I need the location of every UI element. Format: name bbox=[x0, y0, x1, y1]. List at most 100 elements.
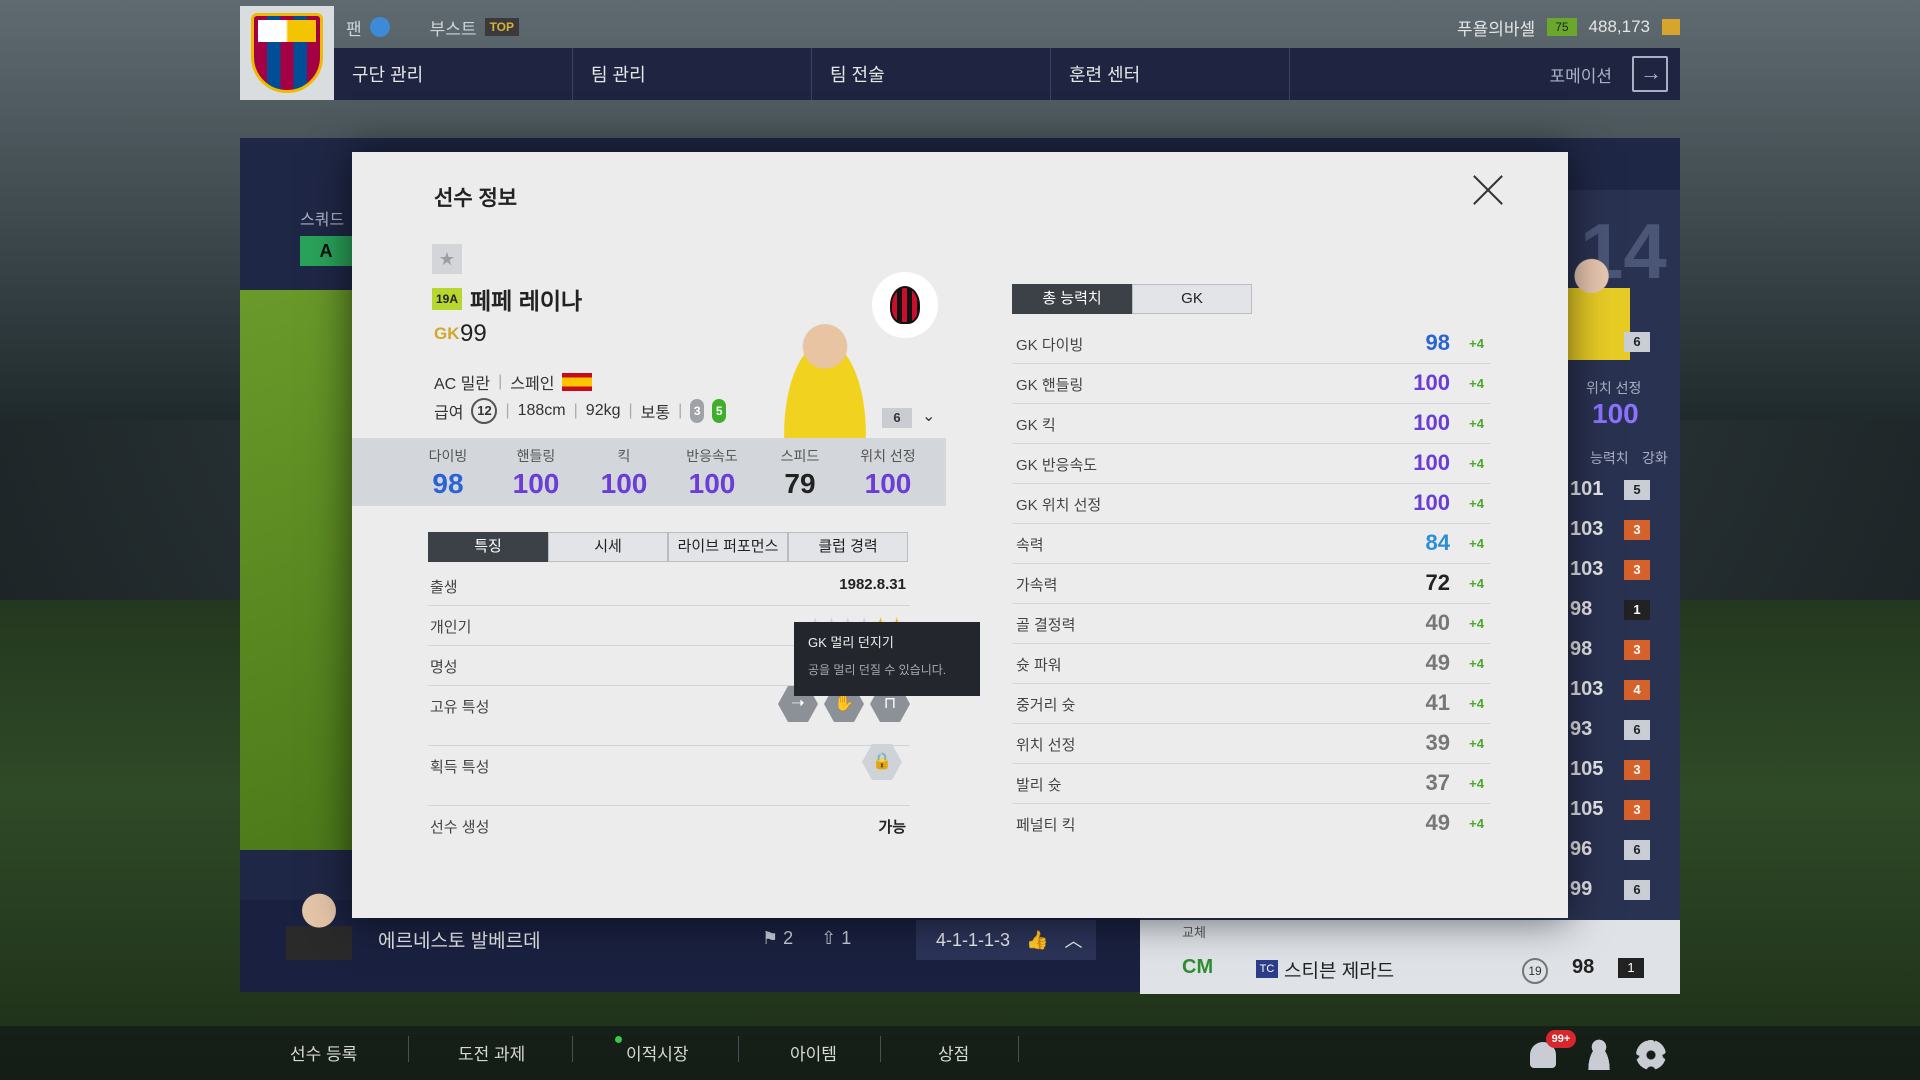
attribute-label: 중거리 슛 bbox=[1016, 697, 1076, 714]
club-logo[interactable] bbox=[240, 6, 334, 100]
footer-divider bbox=[408, 1036, 409, 1062]
tab-total-attributes[interactable]: 총 능력치 bbox=[1012, 284, 1132, 314]
tab-team-tactics[interactable]: 팀 전술 bbox=[812, 48, 1051, 100]
user-level-badge: 75 bbox=[1547, 18, 1577, 36]
coin-amount: 488,173 bbox=[1588, 17, 1650, 36]
tab-club-career[interactable]: 클럽 경력 bbox=[788, 532, 908, 562]
list-value: 103 bbox=[1570, 678, 1604, 700]
divider: | bbox=[505, 402, 510, 419]
attribute-label: 속력 bbox=[1016, 537, 1044, 554]
tab-gk-attributes[interactable]: GK bbox=[1132, 284, 1252, 314]
exit-icon[interactable] bbox=[1632, 56, 1668, 92]
close-icon[interactable] bbox=[1470, 172, 1506, 208]
list-value: 98 bbox=[1570, 598, 1593, 620]
list-level: 3 bbox=[1624, 560, 1650, 580]
stat-positioning: 위치 선정 100 bbox=[844, 438, 932, 506]
tab-price[interactable]: 시세 bbox=[548, 532, 668, 562]
tab-team-management[interactable]: 팀 관리 bbox=[573, 48, 812, 100]
tab-live-performance[interactable]: 라이브 퍼포먼스 bbox=[668, 532, 788, 562]
coin-icon bbox=[1662, 19, 1680, 35]
boost-badge: TOP bbox=[484, 18, 520, 36]
footer-challenges[interactable]: 도전 과제 bbox=[458, 1040, 525, 1065]
boost-label: 부스트 bbox=[429, 19, 477, 39]
club-nation-line: AC 밀란 | 스페인 bbox=[434, 370, 593, 394]
attribute-value: 72 bbox=[1425, 570, 1450, 595]
tab-club-management[interactable]: 구단 관리 bbox=[334, 48, 573, 100]
tactic-stat-1-value: 2 bbox=[783, 928, 794, 948]
stat-label: 킥 bbox=[617, 448, 631, 464]
attribute-value: 39 bbox=[1425, 730, 1450, 755]
stat-value: 100 bbox=[864, 468, 912, 499]
detail-acquired-traits: 획득 특성 🔒 bbox=[428, 744, 910, 806]
tactic-stat-2-value: 1 bbox=[841, 928, 852, 948]
detail-value: 1982.8.31 bbox=[839, 576, 906, 593]
boost-item[interactable]: 부스트 TOP bbox=[429, 15, 520, 40]
chevron-down-icon[interactable]: ⌄ bbox=[922, 406, 935, 426]
attribute-label: GK 반응속도 bbox=[1016, 457, 1098, 474]
attribute-label: 위치 선정 bbox=[1016, 737, 1076, 754]
attribute-value: 49 bbox=[1425, 810, 1450, 835]
stat-value: 79 bbox=[784, 468, 816, 499]
stat-label: 스피드 bbox=[780, 448, 820, 464]
club-name: AC 밀란 bbox=[434, 376, 491, 393]
footer-transfer-market[interactable]: 이적시장 bbox=[626, 1040, 689, 1065]
attribute-label: GK 킥 bbox=[1016, 417, 1056, 434]
stat-value: 100 bbox=[600, 468, 648, 499]
attribute-row: 슛 파워 49 +4 bbox=[1012, 644, 1490, 684]
tactic-stat-2: ⇧ 1 bbox=[821, 928, 852, 948]
footer-player-register[interactable]: 선수 등록 bbox=[290, 1040, 357, 1065]
gear-icon[interactable] bbox=[1636, 1040, 1666, 1070]
detail-label: 개인기 bbox=[430, 619, 472, 636]
attribute-row: GK 위치 선정 100 +4 bbox=[1012, 484, 1490, 524]
footer-items[interactable]: 아이템 bbox=[790, 1040, 837, 1065]
stat-kicking: 킥 100 bbox=[580, 438, 668, 506]
card-level: 6 bbox=[882, 408, 912, 428]
gk-summary-stats: 다이빙 98 핸들링 100 킥 100 반응속도 100 스피드 79 위치 선정 100 bbox=[352, 438, 946, 506]
fan-face-icon bbox=[369, 17, 390, 37]
user-icon[interactable] bbox=[1584, 1038, 1614, 1070]
list-value: 101 bbox=[1570, 478, 1604, 500]
attribute-row: GK 킥 100 +4 bbox=[1012, 404, 1490, 444]
detail-label: 선수 생성 bbox=[430, 819, 490, 836]
stat-reflexes: 반응속도 100 bbox=[668, 438, 756, 506]
substitute-row[interactable] bbox=[1140, 920, 1680, 994]
stat-label: 다이빙 bbox=[428, 448, 468, 464]
list-value: 105 bbox=[1570, 798, 1604, 820]
attribute-row: GK 반응속도 100 +4 bbox=[1012, 444, 1490, 484]
favorite-star-icon[interactable]: ★ bbox=[432, 244, 462, 274]
list-header-upgrade: 강화 bbox=[1642, 450, 1668, 466]
tooltip-title: GK 멀리 던지기 bbox=[808, 635, 894, 650]
formation-stats: ⚑ 2 ⇧ 1 bbox=[762, 928, 851, 949]
season-badge: 19A bbox=[432, 288, 462, 310]
selected-stat-label: 위치 선정 bbox=[1586, 380, 1642, 396]
tab-training-center[interactable]: 훈련 센터 bbox=[1051, 48, 1290, 100]
attribute-bonus: +4 bbox=[1469, 456, 1484, 471]
substitute-ovr: 98 bbox=[1572, 956, 1595, 978]
attribute-value: 84 bbox=[1425, 530, 1450, 555]
attribute-label: 페널티 킥 bbox=[1016, 817, 1076, 834]
attribute-bonus: +4 bbox=[1469, 496, 1484, 511]
footer-shop[interactable]: 상점 bbox=[938, 1040, 969, 1065]
stat-label: 위치 선정 bbox=[860, 448, 916, 464]
stat-handling: 핸들링 100 bbox=[492, 438, 580, 506]
tab-traits[interactable]: 특징 bbox=[428, 532, 548, 562]
trait-tooltip: GK 멀리 던지기 공을 멀리 던질 수 있습니다. bbox=[794, 622, 980, 696]
attribute-label: GK 위치 선정 bbox=[1016, 497, 1102, 514]
fan-item[interactable]: 팬 bbox=[346, 15, 390, 40]
attribute-value: 98 bbox=[1425, 330, 1450, 355]
salary-label: 급여 bbox=[434, 405, 464, 422]
club-badge bbox=[872, 272, 938, 338]
attribute-row: 위치 선정 39 +4 bbox=[1012, 724, 1490, 764]
attribute-label: GK 다이빙 bbox=[1016, 337, 1084, 354]
list-level: 5 bbox=[1624, 480, 1650, 500]
squad-tab-a[interactable]: A bbox=[300, 236, 352, 266]
substitute-position: CM bbox=[1182, 956, 1214, 978]
formation-selector[interactable]: 4-1-1-1-3 👍 ︿ bbox=[916, 920, 1096, 960]
formation-label[interactable]: 포메이션 bbox=[1549, 62, 1612, 87]
attribute-row: 골 결정력 40 +4 bbox=[1012, 604, 1490, 644]
tactic-stat-1: ⚑ 2 bbox=[762, 928, 794, 948]
attribute-label: GK 핸들링 bbox=[1016, 377, 1084, 394]
manager-avatar[interactable] bbox=[286, 884, 352, 960]
formation-value: 4-1-1-1-3 bbox=[936, 929, 1011, 950]
player-position: GK bbox=[434, 324, 460, 343]
